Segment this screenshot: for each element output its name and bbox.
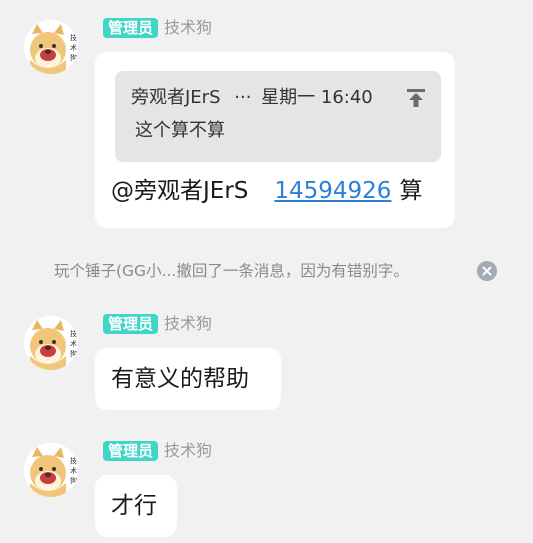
quoted-message[interactable]: 旁观者JErS ··· 星期一 16:40 这个算不算 (115, 71, 441, 162)
svg-text:术: 术 (70, 339, 77, 348)
quote-author: 旁观者JErS (131, 87, 221, 108)
quote-text: 这个算不算 (135, 120, 225, 141)
message-bubble[interactable]: 旁观者JErS ··· 星期一 16:40 这个算不算 @旁观者JErS 1459… (95, 52, 455, 228)
avatar[interactable]: 技 术 狗 (24, 316, 78, 370)
sender-name[interactable]: 技术狗 (164, 313, 212, 335)
quote-header: 旁观者JErS ··· 星期一 16:40 (131, 86, 373, 110)
trailing-text: 算 (399, 178, 423, 204)
svg-text:技: 技 (70, 456, 77, 465)
sender-line: 管理员 技术狗 (103, 313, 212, 335)
shiba-dog-avatar-icon: 技 术 狗 (24, 443, 78, 497)
number-link[interactable]: 14594926 (274, 178, 391, 204)
shiba-dog-avatar-icon: 技 术 狗 (24, 316, 78, 370)
svg-text:技: 技 (70, 33, 77, 42)
sender-line: 管理员 技术狗 (103, 440, 212, 462)
sender-name[interactable]: 技术狗 (164, 17, 212, 39)
sender-line: 管理员 技术狗 (103, 17, 212, 39)
message-text: 有意义的帮助 (111, 366, 249, 392)
quote-separator: ··· (234, 87, 252, 108)
svg-text:狗: 狗 (70, 476, 77, 485)
svg-text:狗: 狗 (70, 53, 77, 62)
sender-name[interactable]: 技术狗 (164, 440, 212, 462)
avatar[interactable]: 技 术 狗 (24, 20, 78, 74)
svg-text:狗: 狗 (70, 349, 77, 358)
role-badge: 管理员 (103, 18, 159, 38)
close-circle-icon[interactable] (477, 261, 497, 281)
shiba-dog-avatar-icon: 技 术 狗 (24, 20, 78, 74)
mention[interactable]: @旁观者JErS (111, 178, 248, 204)
role-badge: 管理员 (103, 314, 159, 334)
svg-text:技: 技 (70, 329, 77, 338)
role-badge: 管理员 (103, 441, 159, 461)
message-bubble[interactable]: 才行 (95, 475, 177, 537)
quote-time: 星期一 16:40 (261, 87, 373, 108)
pin-top-icon[interactable] (405, 87, 427, 109)
chat-view: 技 术 狗 管理员 技术狗 旁观者JErS ··· 星期一 16:40 这个算不… (0, 0, 533, 543)
message-text: @旁观者JErS 14594926 算 (111, 176, 422, 206)
avatar[interactable]: 技 术 狗 (24, 443, 78, 497)
message-bubble[interactable]: 有意义的帮助 (95, 348, 281, 410)
svg-text:术: 术 (70, 466, 77, 475)
svg-text:术: 术 (70, 43, 77, 52)
message-text: 才行 (111, 493, 157, 519)
recall-notice: 玩个锤子(GG小...撤回了一条消息，因为有错别字。 (54, 262, 409, 280)
